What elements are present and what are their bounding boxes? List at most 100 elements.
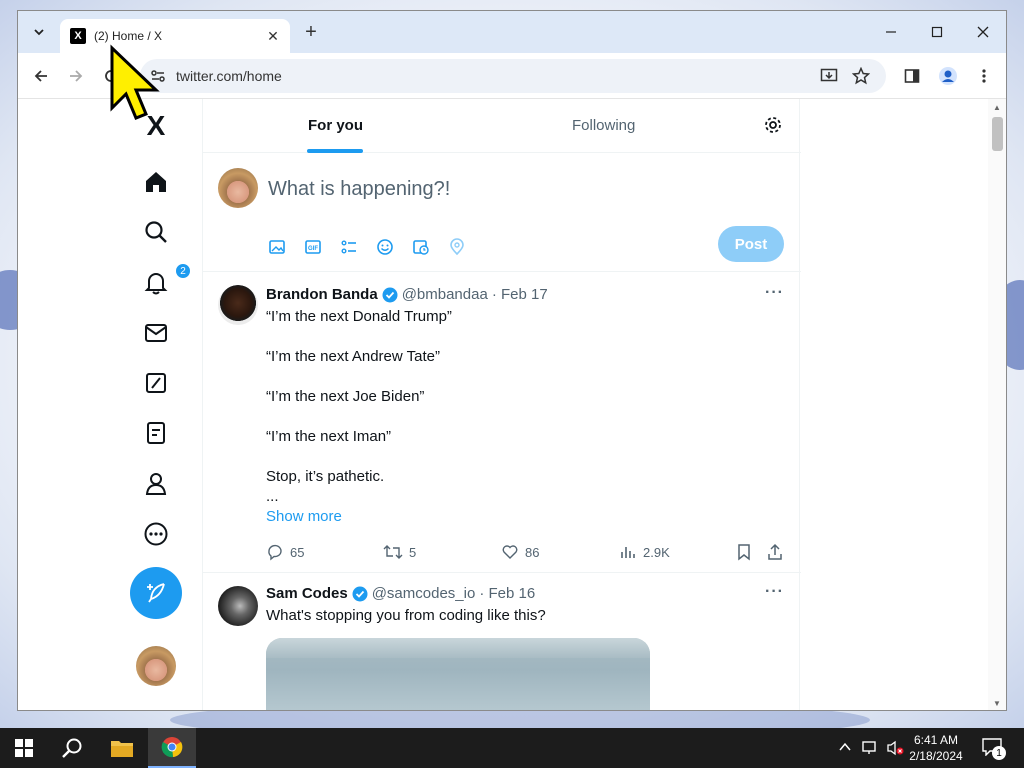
scroll-down-icon[interactable]: ▼ [993, 699, 1001, 708]
close-icon[interactable]: ✕ [264, 28, 282, 45]
compose-post-button[interactable] [130, 567, 182, 619]
post-composer: What is happening?! GIF Post [203, 154, 801, 272]
address-bar[interactable]: twitter.com/home [140, 59, 886, 93]
poll-icon[interactable] [340, 238, 358, 256]
star-icon[interactable] [851, 66, 871, 90]
network-icon[interactable] [862, 740, 880, 761]
share-icon[interactable] [766, 543, 784, 561]
tweet-author-name[interactable]: Sam Codes [266, 585, 348, 602]
svg-text:GIF: GIF [308, 246, 318, 252]
chrome-icon[interactable] [148, 728, 196, 768]
back-icon[interactable] [30, 65, 52, 87]
tweet-avatar[interactable] [218, 586, 258, 626]
location-icon[interactable] [448, 238, 466, 256]
compose-input[interactable]: What is happening?! [268, 178, 450, 201]
show-more-link[interactable]: Show more [266, 508, 342, 525]
repost-count: 5 [409, 544, 417, 560]
profile-icon[interactable] [937, 65, 959, 87]
start-icon[interactable] [0, 728, 48, 768]
search-icon[interactable] [48, 728, 96, 768]
media-ceiling [266, 638, 650, 658]
minimize-icon[interactable] [876, 21, 906, 43]
scroll-thumb[interactable] [992, 117, 1003, 151]
views-button[interactable]: 2.9K [619, 543, 670, 561]
tweet-handle[interactable]: @samcodes_io [372, 585, 476, 602]
tweet[interactable]: Sam Codes @samcodes_io · Feb 16 ··· What… [203, 574, 801, 710]
more-icon[interactable] [126, 519, 186, 549]
tweet-text-line: “I’m the next Iman” [266, 428, 392, 445]
heart-icon [502, 545, 518, 559]
browser-toolbar: twitter.com/home [18, 53, 1006, 99]
file-explorer-icon[interactable] [98, 728, 146, 768]
composer-avatar[interactable] [218, 168, 258, 208]
emoji-icon[interactable] [376, 238, 394, 256]
tab-search-icon[interactable] [26, 19, 52, 45]
twitter-page: X 2 For you Following What is happening?… [18, 99, 1006, 710]
tweet-handle[interactable]: @bmbandaa [402, 286, 488, 303]
close-window-icon[interactable] [968, 21, 998, 43]
profile-nav-icon[interactable] [126, 469, 186, 499]
tweet-author-name[interactable]: Brandon Banda [266, 286, 378, 303]
action-center-icon[interactable]: 1 [982, 738, 1006, 760]
show-hidden-icons-icon[interactable] [838, 740, 852, 757]
windows-taskbar: 6:41 AM 2/18/2024 1 [0, 728, 1024, 768]
like-button[interactable]: 86 [501, 543, 539, 561]
notification-badge: 2 [175, 263, 191, 279]
gear-icon[interactable] [763, 115, 783, 140]
like-count: 86 [525, 544, 540, 560]
home-icon[interactable] [126, 167, 186, 197]
tweet-date[interactable]: · Feb 17 [492, 286, 548, 303]
repost-button[interactable]: 5 [383, 543, 416, 561]
new-tab-button[interactable]: + [300, 22, 322, 42]
left-navigation: X 2 [126, 99, 191, 710]
tweet-text-line: ... [266, 488, 279, 505]
x-logo-icon: X [70, 28, 86, 44]
tweet-media-image[interactable] [266, 638, 650, 710]
account-avatar[interactable] [136, 646, 176, 686]
tweet-text-line: “I’m the next Joe Biden” [266, 388, 425, 405]
tweet-header: Sam Codes @samcodes_io · Feb 16 [266, 585, 535, 602]
volume-muted-icon[interactable] [886, 740, 904, 761]
clock-time: 6:41 AM [913, 733, 959, 747]
views-icon [621, 547, 635, 558]
bookmark-icon[interactable] [735, 543, 753, 561]
menu-icon[interactable] [973, 65, 995, 87]
grok-icon[interactable] [126, 368, 186, 398]
tweet-date[interactable]: · Feb 16 [479, 585, 535, 602]
notifications-icon[interactable]: 2 [126, 263, 191, 297]
tweet-avatar[interactable] [218, 285, 258, 325]
tab-following[interactable]: Following [572, 117, 635, 134]
maximize-icon[interactable] [922, 21, 952, 43]
reply-icon [268, 544, 282, 561]
tweet-text-line: “I’m the next Donald Trump” [266, 308, 452, 325]
reply-button[interactable]: 65 [266, 543, 304, 561]
url-text: twitter.com/home [176, 68, 282, 84]
search-icon[interactable] [126, 217, 186, 247]
more-options-icon[interactable]: ··· [765, 583, 784, 601]
post-button[interactable]: Post [718, 226, 784, 262]
tweet-text-line: Stop, it’s pathetic. [266, 468, 385, 485]
browser-window: X (2) Home / X ✕ + twitter.com/home X 2 … [17, 10, 1007, 711]
page-scrollbar[interactable]: ▲ ▼ [988, 99, 1006, 710]
tab-for-you[interactable]: For you [308, 117, 363, 134]
messages-icon[interactable] [126, 318, 186, 348]
side-panel-icon[interactable] [901, 65, 923, 87]
notification-count-badge: 1 [992, 746, 1006, 760]
tweet[interactable]: Brandon Banda @bmbandaa · Feb 17 ··· “I’… [203, 273, 801, 573]
tweet-text-line: What's stopping you from coding like thi… [266, 607, 546, 624]
forward-icon[interactable] [65, 65, 87, 87]
views-count: 2.9K [643, 544, 670, 560]
system-clock[interactable]: 6:41 AM 2/18/2024 [906, 732, 966, 764]
lists-icon[interactable] [126, 418, 186, 448]
repost-icon [383, 545, 403, 559]
scroll-up-icon[interactable]: ▲ [993, 103, 1001, 112]
install-icon[interactable] [820, 67, 838, 90]
schedule-icon[interactable] [412, 238, 430, 256]
tab-strip: X (2) Home / X ✕ + [18, 11, 1006, 53]
more-options-icon[interactable]: ··· [765, 284, 784, 302]
gif-icon[interactable]: GIF [304, 238, 322, 256]
tweet-header: Brandon Banda @bmbandaa · Feb 17 [266, 286, 548, 303]
tab-title: (2) Home / X [94, 29, 163, 43]
image-icon[interactable] [268, 238, 286, 256]
browser-tab[interactable]: X (2) Home / X ✕ [60, 19, 290, 53]
